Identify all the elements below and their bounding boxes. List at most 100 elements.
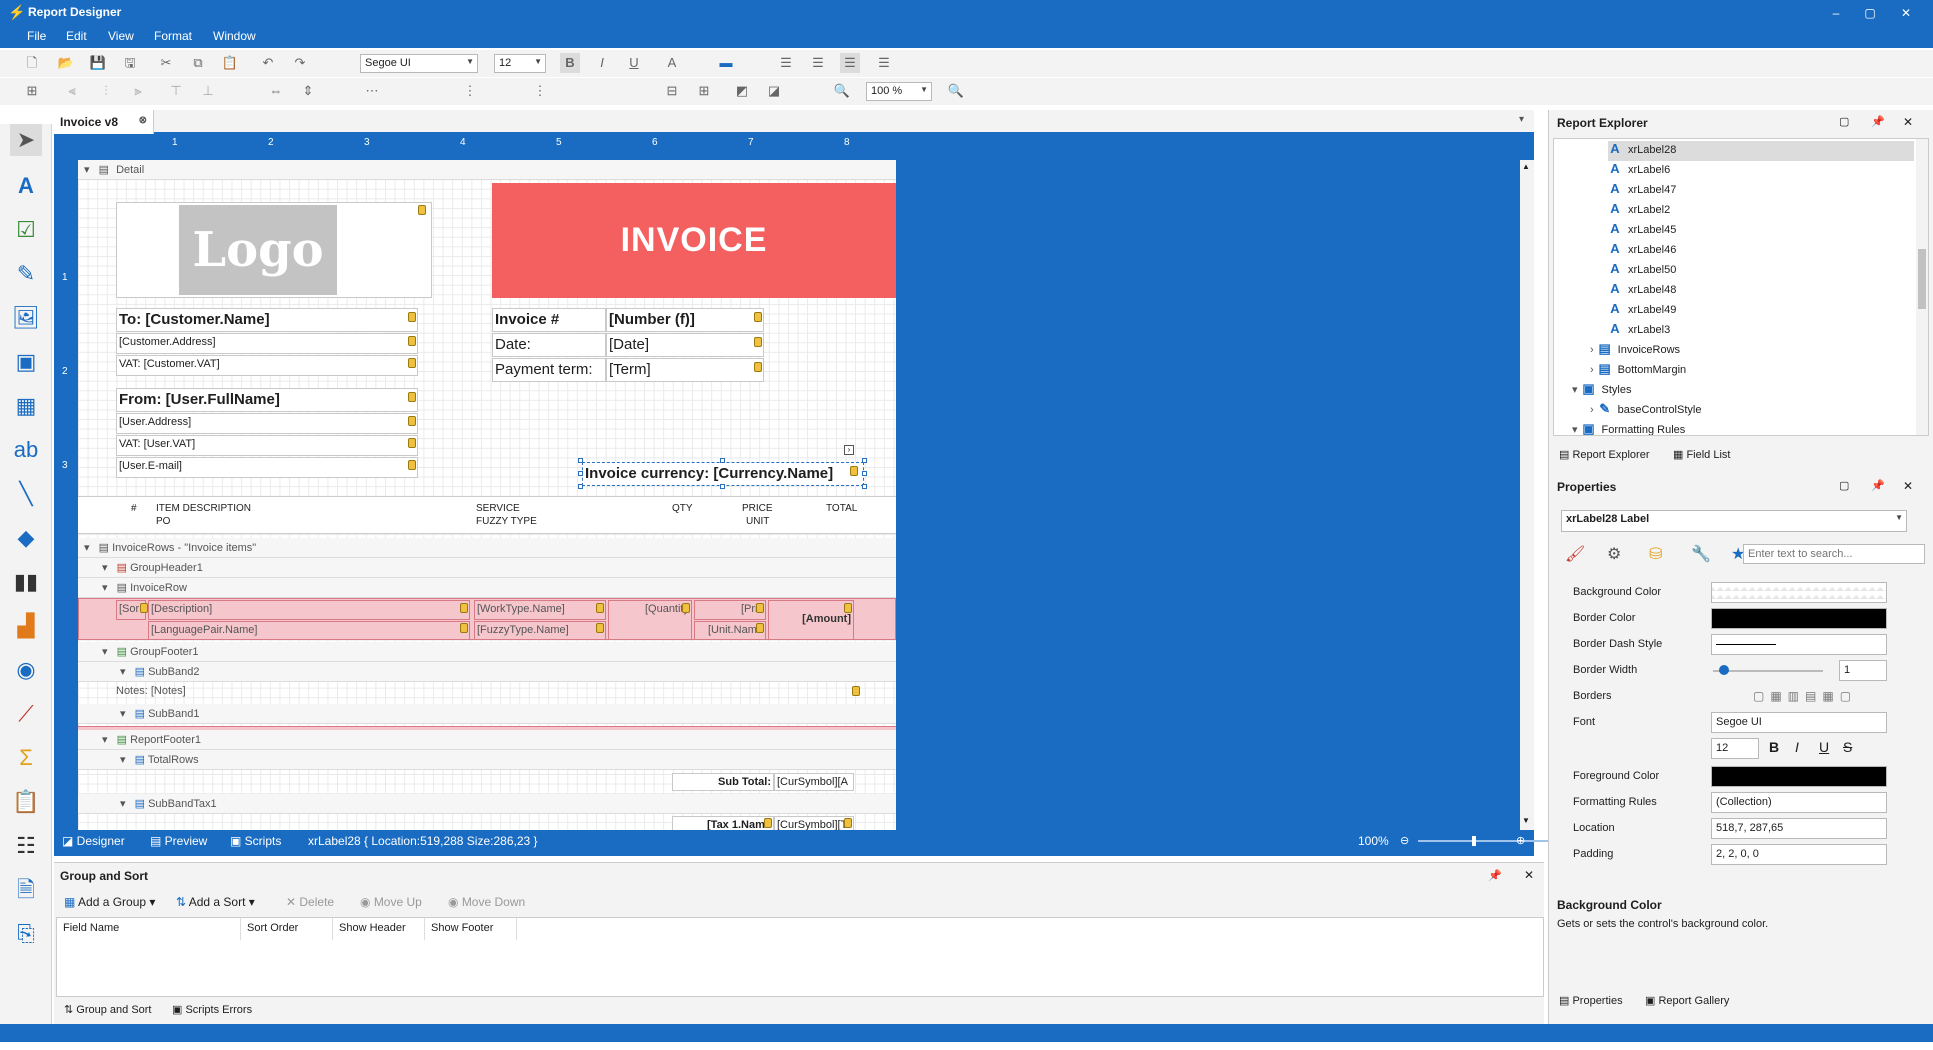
checkbox-tool-icon[interactable]: ☑ [10,214,42,246]
collapse-icon[interactable]: ▾ [120,666,126,678]
invoice-currency-label[interactable]: Invoice currency: [Currency.Name] [582,462,864,486]
vspacing-decrease-icon[interactable]: ⋮ [530,81,550,101]
chart-tool-icon[interactable]: ▟ [10,610,42,642]
prop-underline-icon[interactable]: U [1819,739,1829,755]
tree-item[interactable]: AxrLabel2 [1608,201,1914,221]
tree-item[interactable]: AxrLabel49 [1608,301,1914,321]
cell-work-type[interactable]: [WorkType.Name] [474,600,606,620]
close-icon[interactable]: ✕ [1524,868,1534,882]
shape-tool-icon[interactable]: ◆ [10,522,42,554]
tree-item[interactable]: › ▤ BottomMargin [1590,361,1914,381]
selection-handle[interactable] [720,458,725,463]
collapse-icon[interactable]: ▾ [102,646,108,658]
notes-label[interactable]: Notes: [Notes] [116,685,186,697]
hspacing-icon[interactable]: ⋯ [362,81,382,101]
band-detail[interactable]: ▾ ▤ Detail [78,160,896,180]
menu-edit[interactable]: Edit [66,29,87,43]
selection-handle[interactable] [578,458,583,463]
formatting-rules-value[interactable]: (Collection) [1711,792,1887,813]
panel-tool-icon[interactable]: ▣ [10,346,42,378]
customer-vat-label[interactable]: VAT: [Customer.VAT] [116,355,418,376]
barcode-tool-icon[interactable]: ▮▮ [10,566,42,598]
prop-padding[interactable]: Padding 2, 2, 0, 0 [1549,842,1929,868]
prop-border-dash-style[interactable]: Border Dash Style [1549,632,1929,658]
pin-icon[interactable]: 📌 [1871,479,1885,492]
date-label[interactable]: Date: [492,333,606,357]
band-total-rows[interactable]: ▾ ▤ TotalRows [78,750,896,770]
new-icon[interactable]: 🗋 [22,53,42,73]
align-to-grid-icon[interactable]: ⊞ [22,81,42,101]
border-color-swatch[interactable] [1711,608,1887,629]
align-rights-icon[interactable]: ⫸ [128,81,148,101]
prop-background-color[interactable]: Background Color [1549,580,1929,606]
maximize-icon[interactable]: ▢ [1839,479,1849,492]
prop-font-size[interactable]: 12 B I U S [1549,736,1929,762]
group-sort-grid[interactable]: Field Name Sort Order Show Header Show F… [56,917,1544,997]
toc-tool-icon[interactable]: ☷ [10,830,42,862]
zoom-in-icon[interactable]: 🔍 [946,81,966,101]
charactercomb-tool-icon[interactable]: ab [10,434,42,466]
collapse-icon[interactable]: ▾ [120,708,126,720]
tree-item[interactable]: › ✎ baseControlStyle [1590,401,1914,421]
undo-icon[interactable]: ↶ [258,53,278,73]
appearance-tab-icon[interactable]: 🖌 [1565,544,1585,564]
report-canvas[interactable]: ▾ ▤ Detail Logo INVOICE To: [Customer.Na… [78,160,896,830]
menu-window[interactable]: Window [213,29,256,43]
sparkline-tool-icon[interactable]: ⟋ [10,698,42,730]
send-to-back-icon[interactable]: ◪ [764,81,784,101]
gauge-tool-icon[interactable]: ◉ [10,654,42,686]
invoice-number-value[interactable]: [Number (f)] [606,308,764,332]
cell-description[interactable]: [Description] [148,600,470,620]
design-vscrollbar[interactable]: ▲ ▼ [1520,160,1534,830]
align-center-icon[interactable]: ☰ [808,53,828,73]
pin-icon[interactable]: 📌 [1488,869,1502,882]
band-invoice-row[interactable]: ▾ ▤ InvoiceRow [78,578,896,598]
close-tab-icon[interactable]: ⊗ [139,115,147,126]
tree-item[interactable]: AxrLabel47 [1608,181,1914,201]
selection-handle[interactable] [862,458,867,463]
scroll-down-icon[interactable]: ▼ [1522,816,1530,825]
expand-icon[interactable]: › [1590,344,1594,356]
user-email-label[interactable]: [User.E-mail] [116,457,418,478]
tax-value[interactable]: [CurSymbol][T [774,816,854,830]
align-tops-icon[interactable]: ⊤ [166,81,186,101]
close-button[interactable]: ✕ [1892,3,1920,23]
collapse-icon[interactable]: ▾ [102,582,108,594]
align-centers-icon[interactable]: ⫶ [96,81,116,101]
font-color-icon[interactable]: A [662,53,682,73]
band-subband-tax[interactable]: ▾ ▤ SubBandTax1 [78,794,896,814]
tab-field-list[interactable]: ▦ Field List [1673,448,1730,461]
italic-icon[interactable]: I [592,53,612,73]
zoom-slider[interactable] [1418,840,1568,842]
copy-icon[interactable]: ⧉ [188,53,208,73]
col-sort-order[interactable]: Sort Order [241,918,333,940]
redo-icon[interactable]: ↷ [290,53,310,73]
open-icon[interactable]: 📂 [56,53,76,73]
expand-icon[interactable]: ▾ [1572,384,1578,396]
add-sort-button[interactable]: ⇅ Add a Sort ▾ [176,895,255,909]
make-same-width-icon[interactable]: ⇔ [266,81,286,101]
align-left-icon[interactable]: ☰ [776,53,796,73]
center-vertically-icon[interactable]: ⊞ [694,81,714,101]
payment-term-label[interactable]: Payment term: [492,358,606,382]
payment-term-value[interactable]: [Term] [606,358,764,382]
pin-icon[interactable]: 📌 [1871,115,1885,128]
date-value[interactable]: [Date] [606,333,764,357]
close-icon[interactable]: ✕ [1903,115,1913,129]
user-vat-label[interactable]: VAT: [User.VAT] [116,435,418,456]
table-tool-icon[interactable]: ▦ [10,390,42,422]
cut-icon[interactable]: ✂ [156,53,176,73]
logo-picture-box[interactable]: Logo [116,202,432,298]
invoice-number-label[interactable]: Invoice # [492,308,606,332]
behavior-tab-icon[interactable]: ⚙ [1607,544,1621,564]
font-value[interactable]: Segoe UI [1711,712,1887,733]
tree-item[interactable]: AxrLabel28 [1608,141,1914,161]
location-value[interactable]: 518,7, 287,65 [1711,818,1887,839]
restore-button[interactable]: ▢ [1856,3,1884,23]
tab-group-and-sort[interactable]: ⇅ Group and Sort [64,1003,152,1016]
prop-border-width[interactable]: Border Width 1 [1549,658,1929,684]
selection-handle[interactable] [720,484,725,489]
zoom-out-icon[interactable]: ⊖ [1400,834,1409,847]
tab-scripts-errors[interactable]: ▣ Scripts Errors [172,1003,252,1016]
cell-quantity[interactable]: [Quantity [608,600,692,640]
